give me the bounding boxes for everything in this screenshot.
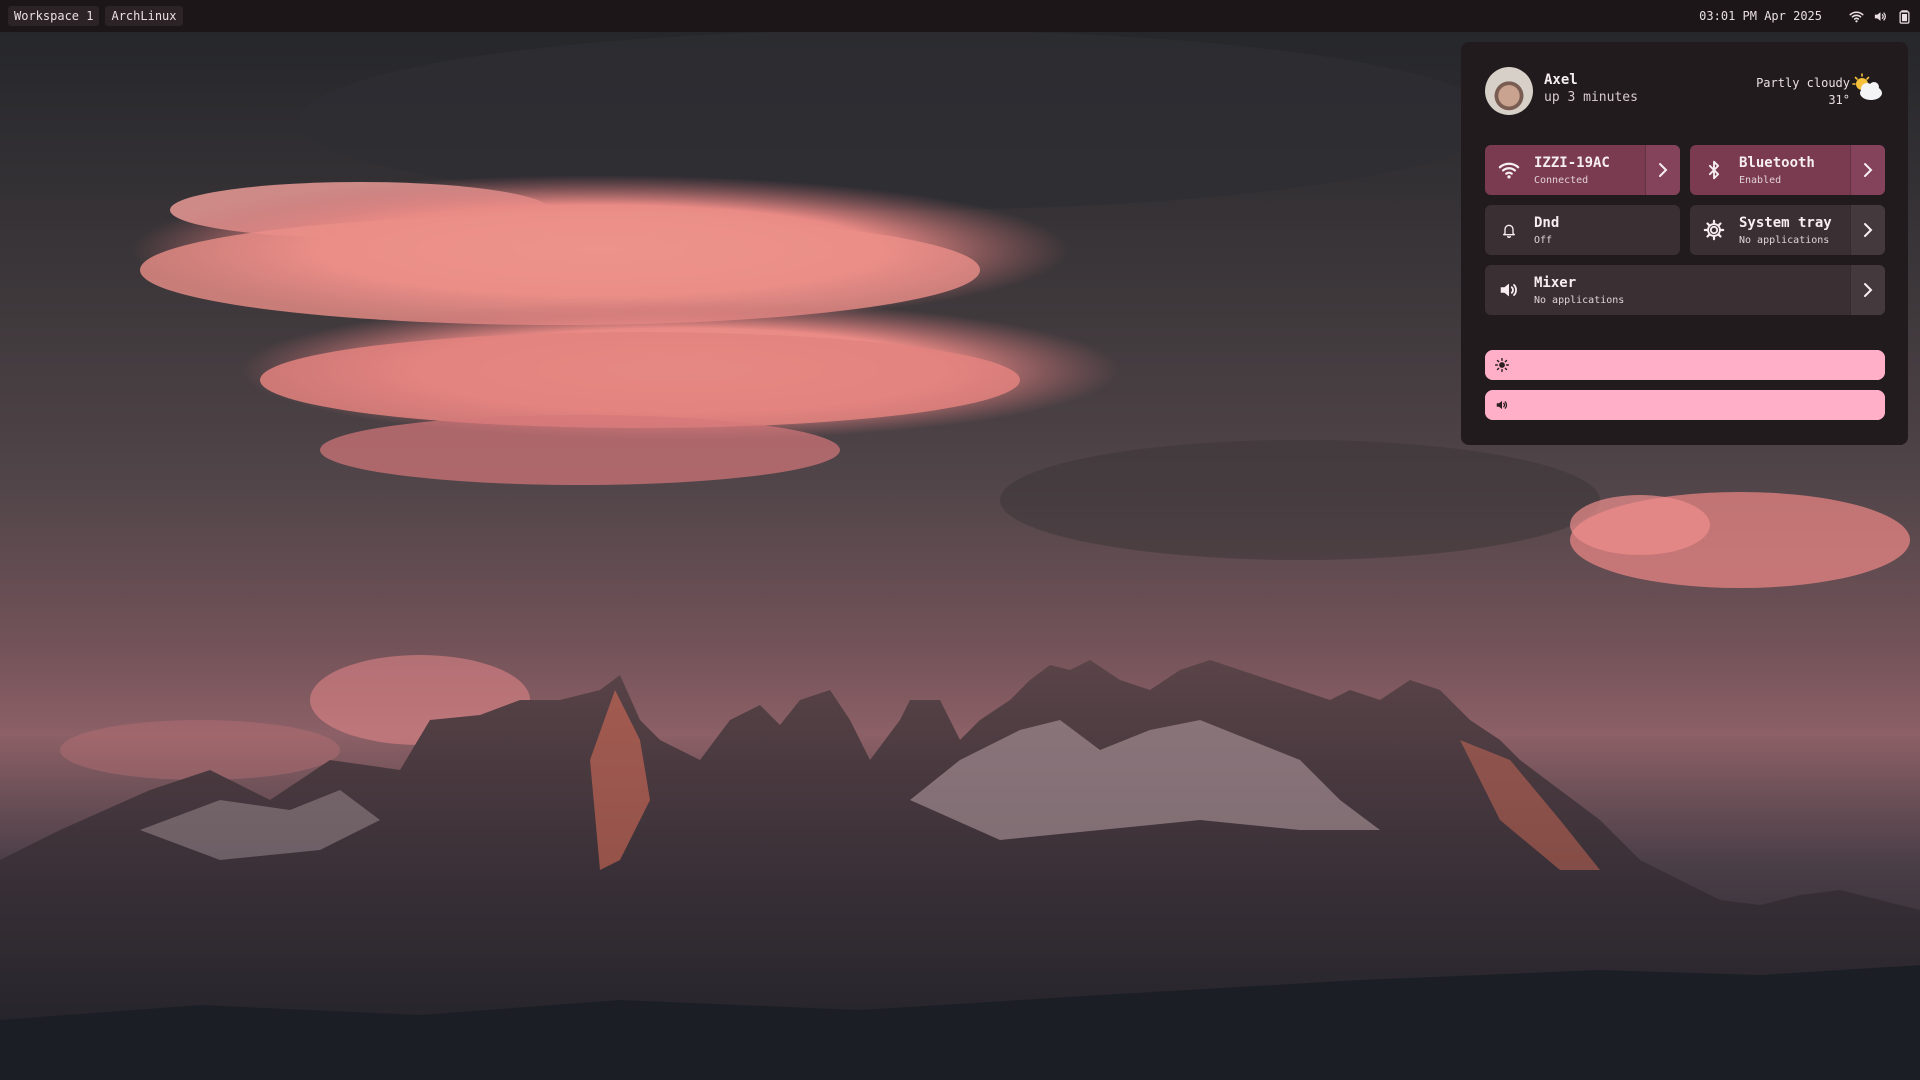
status-area: 03:01 PM Apr 2025 [1699, 9, 1912, 24]
user-header: Axel up 3 minutes Partly cloudy 31° [1485, 59, 1884, 116]
weather-widget: Partly cloudy 31° [1756, 75, 1850, 109]
clock[interactable]: 03:01 PM Apr 2025 [1699, 9, 1822, 23]
dnd-label: Dnd [1534, 215, 1560, 231]
system-tray-expand-button[interactable] [1850, 205, 1885, 255]
system-tray-status: No applications [1739, 235, 1830, 246]
brightness-fill [1485, 350, 1885, 380]
bluetooth-status: Enabled [1739, 175, 1782, 186]
wifi-status: Connected [1534, 175, 1589, 186]
brightness-slider[interactable] [1485, 350, 1885, 380]
mixer-expand-button[interactable] [1850, 265, 1885, 315]
volume-slider[interactable] [1485, 390, 1885, 420]
dnd-tile[interactable]: Dnd Off [1485, 205, 1680, 255]
wifi-network-name: IZZI-19AC [1534, 155, 1610, 171]
chevron-right-icon [1864, 283, 1873, 297]
wifi-expand-button[interactable] [1645, 145, 1680, 195]
bluetooth-tile[interactable]: Bluetooth Enabled [1690, 145, 1885, 195]
battery-icon[interactable] [1897, 9, 1912, 24]
quick-settings-panel: Axel up 3 minutes Partly cloudy 31° IZZI… [1461, 42, 1908, 445]
dnd-status: Off [1534, 235, 1553, 246]
bell-icon [1497, 218, 1521, 242]
weather-temperature: 31° [1828, 93, 1850, 107]
bluetooth-label: Bluetooth [1739, 155, 1815, 171]
distro-label[interactable]: ArchLinux [105, 6, 183, 26]
sun-icon [1495, 358, 1509, 372]
user-name: Axel [1544, 72, 1578, 88]
uptime-label: up 3 minutes [1544, 90, 1638, 105]
bluetooth-expand-button[interactable] [1850, 145, 1885, 195]
mixer-tile[interactable]: Mixer No applications [1485, 265, 1885, 315]
wifi-tile[interactable]: IZZI-19AC Connected [1485, 145, 1680, 195]
volume-icon[interactable] [1873, 9, 1888, 24]
partly-cloudy-icon [1852, 73, 1882, 100]
speaker-icon [1497, 278, 1521, 302]
gear-icon [1702, 218, 1726, 242]
system-tray-label: System tray [1739, 215, 1832, 231]
mixer-status: No applications [1534, 295, 1625, 306]
speaker-icon [1496, 400, 1508, 410]
desktop: Workspace 1 ArchLinux 03:01 PM Apr 2025 … [0, 0, 1920, 1080]
mixer-label: Mixer [1534, 275, 1577, 291]
chevron-right-icon [1864, 223, 1873, 237]
avatar[interactable] [1485, 67, 1533, 115]
chevron-right-icon [1864, 163, 1873, 177]
wifi-icon[interactable] [1849, 9, 1864, 24]
bluetooth-icon [1702, 158, 1726, 182]
chevron-right-icon [1659, 163, 1668, 177]
volume-fill [1485, 390, 1885, 420]
weather-condition: Partly cloudy [1756, 76, 1850, 90]
top-bar: Workspace 1 ArchLinux 03:01 PM Apr 2025 [0, 0, 1920, 32]
system-tray-tile[interactable]: System tray No applications [1690, 205, 1885, 255]
workspace-indicator[interactable]: Workspace 1 [8, 6, 100, 26]
wifi-icon [1497, 158, 1521, 182]
